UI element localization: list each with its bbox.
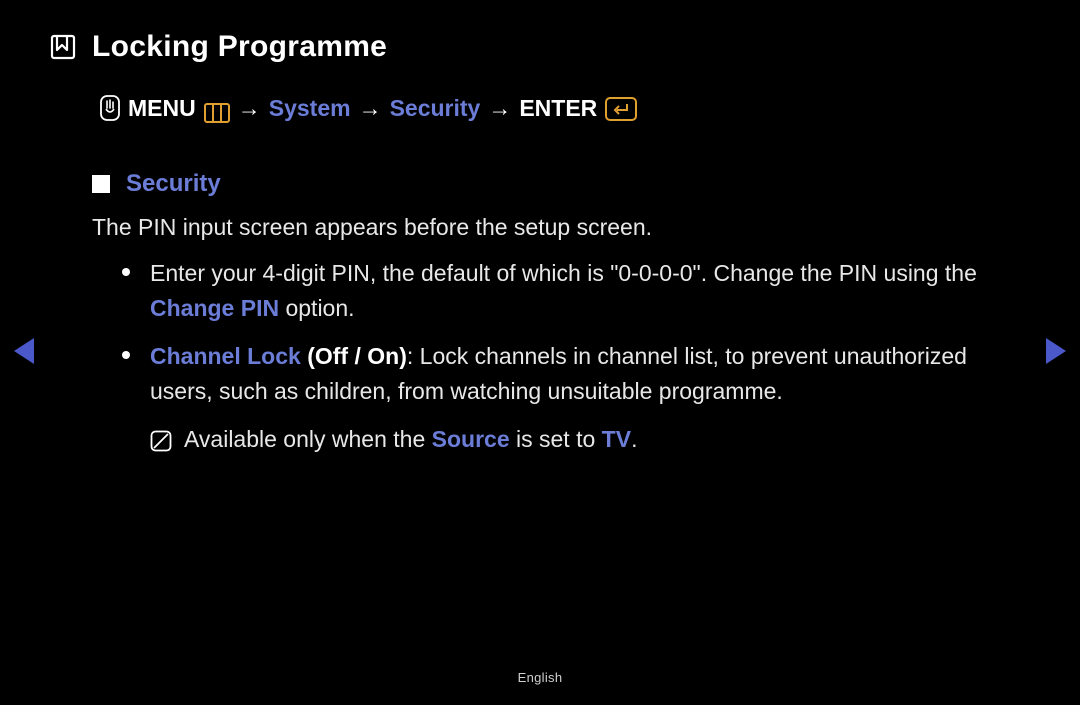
nav-next-button[interactable] <box>1046 338 1066 364</box>
title-row: Locking Programme <box>50 24 1030 69</box>
text: is set to <box>510 426 602 452</box>
breadcrumb-system: System <box>269 91 351 126</box>
text: option. <box>279 295 354 321</box>
manual-page: Locking Programme MENU → System → Securi… <box>0 0 1080 705</box>
section-body: The PIN input screen appears before the … <box>92 210 1030 457</box>
square-bullet-icon <box>92 175 110 193</box>
text: Enter your 4-digit PIN, the default of w… <box>150 260 977 286</box>
menu-grid-icon <box>204 98 230 118</box>
section-title: Security <box>126 166 221 202</box>
text: Available only when the <box>184 426 432 452</box>
keyword-tv: TV <box>602 426 631 452</box>
list-item: Enter your 4-digit PIN, the default of w… <box>122 256 1030 325</box>
section-description: The PIN input screen appears before the … <box>92 210 1030 245</box>
paren: ) <box>399 343 407 369</box>
slash: / <box>348 343 367 369</box>
arrow-icon: → <box>359 91 382 126</box>
text: . <box>631 426 637 452</box>
note-icon <box>150 427 172 449</box>
arrow-icon: → <box>238 91 261 126</box>
nav-prev-button[interactable] <box>14 338 34 364</box>
section-heading-row: Security <box>92 166 1030 202</box>
bookmark-icon <box>50 34 76 60</box>
page-title: Locking Programme <box>92 24 387 69</box>
note-row: Available only when the Source is set to… <box>150 422 1030 457</box>
breadcrumb-security: Security <box>390 91 481 126</box>
keyword-channel-lock: Channel Lock <box>150 343 301 369</box>
bullet-list: Enter your 4-digit PIN, the default of w… <box>122 256 1030 408</box>
option-on: On <box>367 343 399 369</box>
breadcrumb: MENU → System → Security → ENTER <box>100 91 1030 126</box>
breadcrumb-menu: MENU <box>128 91 196 126</box>
keyword-source: Source <box>432 426 510 452</box>
hand-icon <box>100 95 120 121</box>
arrow-icon: → <box>488 91 511 126</box>
note-text: Available only when the Source is set to… <box>184 422 637 457</box>
footer-language: English <box>0 668 1080 688</box>
enter-icon <box>605 96 637 120</box>
keyword-change-pin: Change PIN <box>150 295 279 321</box>
breadcrumb-enter: ENTER <box>519 91 597 126</box>
paren: ( <box>301 343 315 369</box>
section-security: Security The PIN input screen appears be… <box>92 166 1030 457</box>
option-off: Off <box>315 343 348 369</box>
list-item: Channel Lock (Off / On): Lock channels i… <box>122 339 1030 408</box>
